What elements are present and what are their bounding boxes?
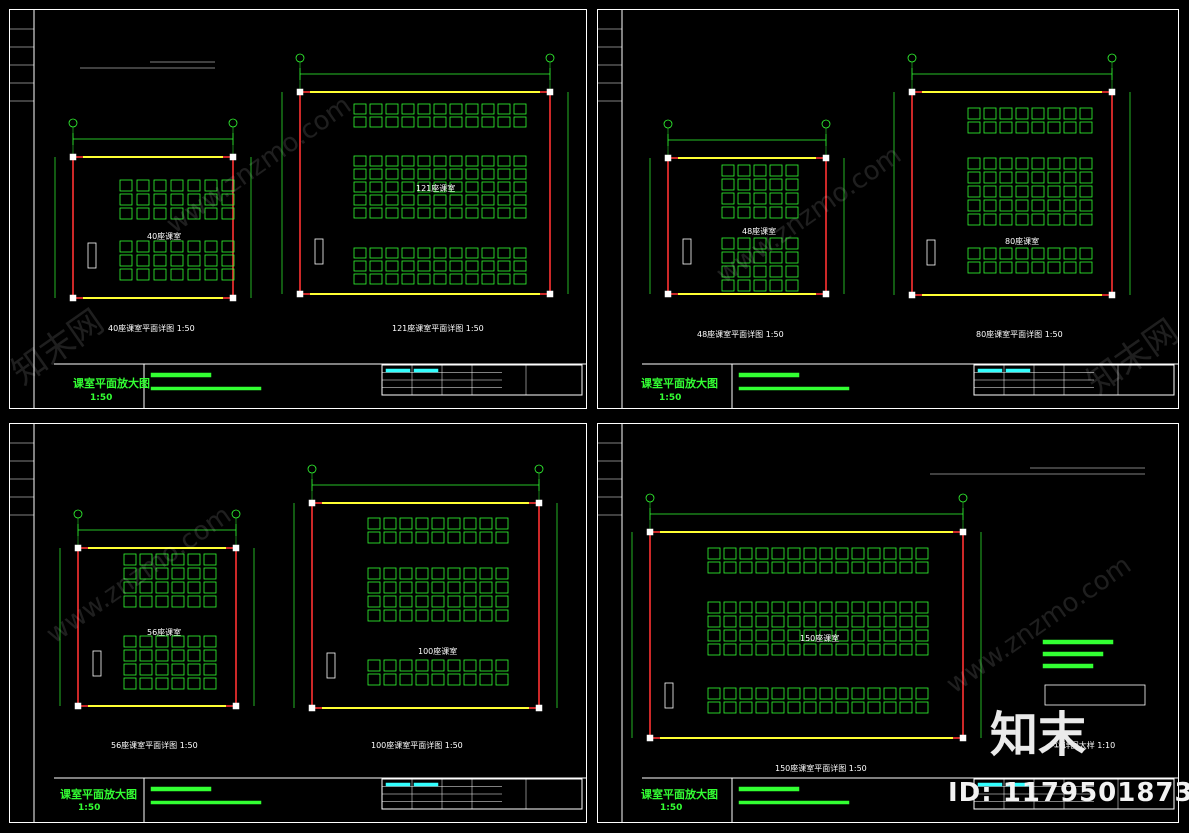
sheet-4-frame	[597, 423, 1179, 823]
plan-title-100: 100座课室平面详图 1:50	[371, 741, 463, 750]
sheet-title-4: 课室平面放大图	[641, 788, 718, 801]
room-label-80: 80座课室	[1005, 237, 1040, 246]
plan-title-80: 80座课室平面详图 1:50	[976, 330, 1063, 339]
sheet-1-frame	[9, 9, 587, 409]
id-label: ID: 1179501873	[948, 778, 1189, 808]
sheet-scale-2: 1:50	[659, 393, 682, 403]
plan-title-48: 48座课室平面详图 1:50	[697, 330, 784, 339]
room-label-56: 56座课室	[147, 628, 182, 637]
sheet-scale-4: 1:50	[660, 803, 683, 813]
plan-title-56: 56座课室平面详图 1:50	[111, 741, 198, 750]
room-label-150: 150座课室	[800, 634, 840, 643]
room-label-121: 121座课室	[416, 184, 456, 193]
plan-title-121: 121座课室平面详图 1:50	[392, 324, 484, 333]
znzmo-logo-text: 知末	[990, 707, 1087, 763]
plan-title-150: 150座课室平面详图 1:50	[775, 764, 867, 773]
room-label-100: 100座课室	[418, 647, 458, 656]
sheet-title-1: 课室平面放大图	[73, 377, 150, 390]
sheet-scale-3: 1:50	[78, 803, 101, 813]
sheet-scale-1: 1:50	[90, 393, 113, 403]
sheet-2-frame	[597, 9, 1179, 409]
sheet-title-3: 课室平面放大图	[60, 788, 137, 801]
sheet-title-2: 课室平面放大图	[641, 377, 718, 390]
plan-title-40: 40座课室平面详图 1:50	[108, 324, 195, 333]
